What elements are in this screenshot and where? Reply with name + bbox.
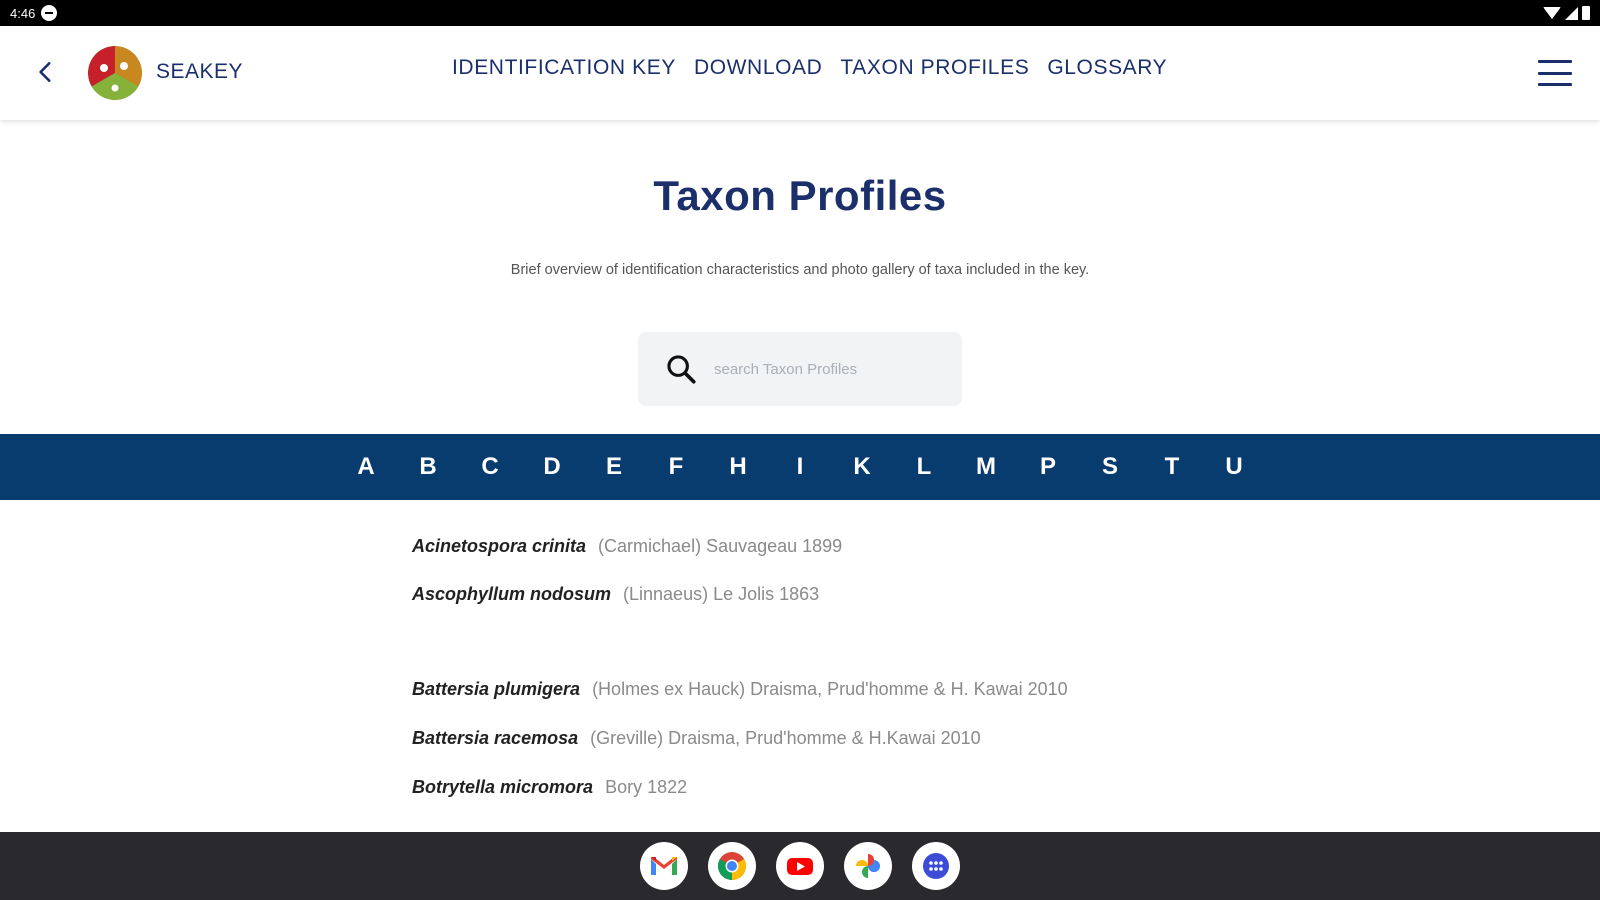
taxon-name[interactable]: Battersia plumigera <box>412 679 580 700</box>
page-subtitle: Brief overview of identification charact… <box>510 262 1090 278</box>
taxon-row[interactable]: Botrytella micromora Bory 1822 <box>412 777 687 798</box>
taxon-author: (Carmichael) Sauvageau 1899 <box>598 536 843 556</box>
taxon-row[interactable]: Battersia racemosa (Greville) Draisma, P… <box>412 728 981 749</box>
main-nav: IDENTIFICATION KEY DOWNLOAD TAXON PROFIL… <box>452 56 1167 80</box>
alphabet-bar: ABCDEFHIKLMPSTU <box>0 434 1600 500</box>
back-arrow-icon <box>39 62 51 82</box>
wifi-icon <box>1543 7 1561 19</box>
taskbar <box>0 832 1600 900</box>
alphabet-letter-l[interactable]: L <box>893 453 955 481</box>
battery-icon <box>1582 6 1590 20</box>
alphabet-letter-e[interactable]: E <box>583 453 645 481</box>
taxon-name[interactable]: Battersia racemosa <box>412 728 578 749</box>
menu-line <box>1538 60 1572 63</box>
taxon-author: (Greville) Draisma, Prud'homme & H.Kawai… <box>590 728 981 748</box>
menu-line <box>1538 83 1572 86</box>
status-left: 4:46 <box>10 5 58 21</box>
search-input[interactable] <box>714 354 944 384</box>
alphabet-letter-p[interactable]: P <box>1017 453 1079 481</box>
back-button[interactable] <box>26 52 66 92</box>
taxon-name[interactable]: Acinetospora crinita <box>412 536 586 557</box>
photos-icon <box>856 854 880 878</box>
nav-download[interactable]: DOWNLOAD <box>694 56 822 80</box>
chrome-app[interactable] <box>708 842 756 890</box>
alphabet-letter-i[interactable]: I <box>769 453 831 481</box>
brand-name[interactable]: SEAKEY <box>156 60 243 84</box>
youtube-app[interactable] <box>776 842 824 890</box>
seakey-logo-icon <box>88 46 142 100</box>
nav-taxon-profiles[interactable]: TAXON PROFILES <box>840 56 1029 80</box>
app-drawer[interactable] <box>912 842 960 890</box>
alphabet-letter-h[interactable]: H <box>707 453 769 481</box>
taxon-author: (Linnaeus) Le Jolis 1863 <box>623 584 820 604</box>
status-time: 4:46 <box>10 5 36 21</box>
alphabet-letters: ABCDEFHIKLMPSTU <box>335 453 1265 481</box>
gmail-app[interactable] <box>640 842 688 890</box>
taxon-author: Bory 1822 <box>605 777 688 797</box>
alphabet-letter-d[interactable]: D <box>521 453 583 481</box>
alphabet-letter-m[interactable]: M <box>955 453 1017 481</box>
chrome-icon <box>718 852 746 880</box>
photos-app[interactable] <box>844 842 892 890</box>
taxon-name[interactable]: Ascophyllum nodosum <box>412 584 611 605</box>
app-drawer-icon <box>923 853 949 879</box>
hamburger-menu-icon[interactable] <box>1538 60 1572 86</box>
alphabet-letter-f[interactable]: F <box>645 453 707 481</box>
taxon-row[interactable]: Battersia plumigera (Holmes ex Hauck) Dr… <box>412 679 1068 700</box>
alphabet-letter-b[interactable]: B <box>397 453 459 481</box>
alphabet-letter-k[interactable]: K <box>831 453 893 481</box>
do-not-disturb-icon <box>41 5 58 21</box>
nav-identification-key[interactable]: IDENTIFICATION KEY <box>452 56 676 80</box>
alphabet-letter-t[interactable]: T <box>1141 453 1203 481</box>
status-bar: 4:46 <box>0 0 1600 26</box>
taxon-row[interactable]: Acinetospora crinita (Carmichael) Sauvag… <box>412 536 842 557</box>
app-header: SEAKEY IDENTIFICATION KEY DOWNLOAD TAXON… <box>0 26 1600 120</box>
youtube-icon <box>787 858 813 875</box>
menu-line <box>1538 71 1572 75</box>
alphabet-letter-u[interactable]: U <box>1203 453 1265 481</box>
gmail-icon <box>651 857 677 875</box>
alphabet-letter-c[interactable]: C <box>459 453 521 481</box>
nav-glossary[interactable]: GLOSSARY <box>1047 56 1167 80</box>
seakey-logo[interactable] <box>88 46 142 100</box>
search-box[interactable] <box>638 332 962 406</box>
search-icon[interactable] <box>664 352 698 386</box>
signal-icon <box>1565 6 1578 20</box>
status-right <box>1543 6 1590 20</box>
taxon-name[interactable]: Botrytella micromora <box>412 777 593 798</box>
page-title: Taxon Profiles <box>653 172 947 219</box>
taxon-author: (Holmes ex Hauck) Draisma, Prud'homme & … <box>592 679 1068 699</box>
alphabet-letter-a[interactable]: A <box>335 453 397 481</box>
taxon-row[interactable]: Ascophyllum nodosum (Linnaeus) Le Jolis … <box>412 584 819 605</box>
alphabet-letter-s[interactable]: S <box>1079 453 1141 481</box>
